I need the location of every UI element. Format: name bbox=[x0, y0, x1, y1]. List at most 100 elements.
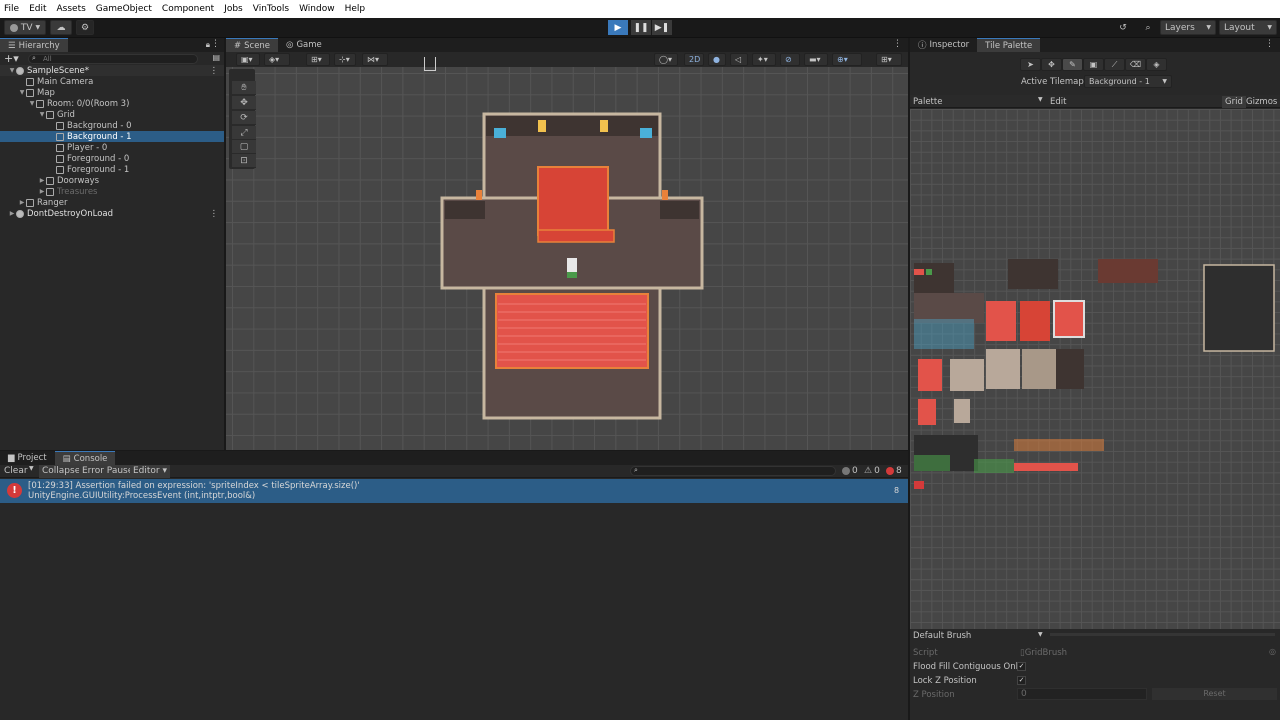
menu-file[interactable]: File bbox=[4, 4, 19, 14]
more-icon[interactable]: ⋮ bbox=[210, 209, 219, 219]
eraser-tool-button[interactable]: ⌫ bbox=[1125, 58, 1146, 71]
palette-grid[interactable] bbox=[910, 109, 1280, 629]
tab-tile-palette[interactable]: Tile Palette bbox=[977, 38, 1041, 52]
lock-z-checkbox[interactable]: ✓ bbox=[1017, 676, 1026, 685]
pause-button[interactable]: ❚❚ bbox=[631, 20, 651, 35]
hierarchy-item[interactable]: ▼ Room: 0/0(Room 3) bbox=[0, 98, 224, 109]
error-count-toggle[interactable]: 8 bbox=[886, 466, 902, 476]
tab-inspector[interactable]: ⓘ Inspector bbox=[910, 38, 977, 52]
more-icon[interactable]: ⋮ bbox=[1265, 39, 1274, 49]
transform-tool-button[interactable]: ⊡ bbox=[232, 154, 256, 168]
account-dropdown[interactable]: TV ▼ bbox=[4, 20, 46, 35]
increment-dropdown[interactable]: ⋈▾ bbox=[362, 53, 388, 66]
flood-fill-checkbox[interactable]: ✓ bbox=[1017, 662, 1026, 671]
clear-button[interactable]: Clear bbox=[4, 466, 28, 476]
collapse-arrow-icon[interactable]: ▶ bbox=[38, 177, 46, 184]
console-log-entry[interactable]: ! [01:29:33] Assertion failed on express… bbox=[0, 479, 908, 503]
target-icon[interactable]: ◎ bbox=[1269, 647, 1276, 656]
audio-toggle[interactable]: ◁ bbox=[730, 53, 748, 66]
menu-edit[interactable]: Edit bbox=[29, 4, 46, 14]
scene-viewport[interactable]: ✋︎ ✥ ⟳ ⤢ ▢ ⊡ bbox=[226, 57, 908, 450]
rect-tool-button[interactable]: ▢ bbox=[232, 140, 256, 154]
collapse-button[interactable]: Collapse bbox=[39, 465, 84, 478]
error-pause-button[interactable]: Error Pause bbox=[79, 465, 137, 478]
reset-button[interactable]: Reset bbox=[1152, 688, 1277, 700]
palette-tiles[interactable] bbox=[914, 259, 1280, 489]
grid-snap-dropdown[interactable]: ⊹▾ bbox=[334, 53, 356, 66]
filter-icon[interactable]: ▤ bbox=[212, 53, 220, 62]
expand-arrow-icon[interactable]: ▼ bbox=[38, 111, 46, 118]
z-position-input[interactable]: 0 bbox=[1017, 688, 1147, 700]
hierarchy-item[interactable]: Foreground - 0 bbox=[0, 153, 224, 164]
step-button[interactable]: ▶❚ bbox=[652, 20, 672, 35]
add-icon[interactable]: +▾ bbox=[4, 52, 19, 65]
hand-tool-button[interactable]: ✋︎ bbox=[232, 81, 256, 95]
collapse-arrow-icon[interactable]: ▶ bbox=[8, 210, 16, 217]
hierarchy-item[interactable]: Background - 0 bbox=[0, 120, 224, 131]
more-icon[interactable]: ⋮ bbox=[211, 39, 220, 49]
select-tool-button[interactable]: ➤ bbox=[1020, 58, 1041, 71]
layout-dropdown[interactable]: Layout ▼ bbox=[1219, 20, 1277, 35]
history-button[interactable]: ↺ bbox=[1113, 20, 1133, 35]
hierarchy-item[interactable]: ▶ Treasures bbox=[0, 186, 224, 197]
layers-dropdown[interactable]: Layers ▼ bbox=[1160, 20, 1216, 35]
camera-dropdown[interactable]: ▬▾ bbox=[804, 53, 828, 66]
collapse-arrow-icon[interactable]: ▶ bbox=[38, 188, 46, 195]
scale-tool-button[interactable]: ⤢ bbox=[232, 126, 256, 140]
menu-help[interactable]: Help bbox=[345, 4, 366, 14]
grid-toggle[interactable]: Grid bbox=[1222, 96, 1246, 108]
brush-chevron-down-icon[interactable]: ▼ bbox=[1038, 631, 1043, 638]
paint-tool-button[interactable]: ✎ bbox=[1062, 58, 1083, 71]
draw-mode-dropdown[interactable]: ▣▾ bbox=[236, 53, 260, 66]
menu-component[interactable]: Component bbox=[162, 4, 214, 14]
menu-gameobject[interactable]: GameObject bbox=[96, 4, 152, 14]
console-search-input[interactable]: ⌕ bbox=[630, 466, 836, 476]
picker-tool-button[interactable]: ⟋ bbox=[1104, 58, 1125, 71]
expand-arrow-icon[interactable]: ▼ bbox=[28, 100, 36, 107]
hierarchy-search-input[interactable]: ⌕ All bbox=[28, 54, 198, 64]
hierarchy-item[interactable]: ▼ SampleScene* ⋮ bbox=[0, 65, 224, 76]
active-tilemap-dropdown[interactable]: Background - 1 ▼ bbox=[1084, 75, 1172, 88]
cloud-button[interactable]: ☁ bbox=[50, 20, 72, 35]
collab-button[interactable]: ⚙ bbox=[76, 20, 94, 35]
visibility-toggle[interactable]: ⊘ bbox=[780, 53, 800, 66]
editor-dropdown[interactable]: Editor ▾ bbox=[130, 465, 171, 478]
lighting-toggle[interactable]: ● bbox=[708, 53, 726, 66]
gizmos-toggle[interactable]: Gizmos bbox=[1246, 97, 1277, 107]
gizmos-dropdown[interactable]: ⊕▾ bbox=[832, 53, 862, 66]
shading-dropdown[interactable]: ◈▾ bbox=[264, 53, 290, 66]
overlay-dropdown[interactable]: ⊞▾ bbox=[876, 53, 902, 66]
hierarchy-item[interactable]: ▶ Doorways bbox=[0, 175, 224, 186]
chevron-down-icon[interactable]: ▼ bbox=[29, 465, 34, 472]
move-tool-button[interactable]: ✥ bbox=[232, 96, 256, 110]
expand-arrow-icon[interactable]: ▼ bbox=[18, 89, 26, 96]
tab-hierarchy[interactable]: ☰ Hierarchy bbox=[0, 38, 68, 52]
orientation-dropdown[interactable]: ◯▾ bbox=[654, 53, 678, 66]
edit-button[interactable]: Edit bbox=[1050, 97, 1066, 107]
collapse-arrow-icon[interactable]: ▶ bbox=[18, 199, 26, 206]
more-icon[interactable]: ⋮ bbox=[210, 66, 219, 76]
rotate-tool-button[interactable]: ⟳ bbox=[232, 111, 256, 125]
hierarchy-item[interactable]: Player - 0 bbox=[0, 142, 224, 153]
hierarchy-item[interactable]: Background - 1 bbox=[0, 131, 224, 142]
box-fill-tool-button[interactable]: ▣ bbox=[1083, 58, 1104, 71]
expand-arrow-icon[interactable]: ▼ bbox=[8, 67, 16, 74]
hierarchy-item[interactable]: ▶ DontDestroyOnLoad ⋮ bbox=[0, 208, 224, 219]
hierarchy-item[interactable]: ▼ Map bbox=[0, 87, 224, 98]
tab-scene[interactable]: # Scene bbox=[226, 38, 279, 52]
play-button[interactable]: ▶ bbox=[608, 20, 628, 35]
room-tilemap[interactable] bbox=[436, 112, 706, 422]
snap-dropdown[interactable]: ⊞▾ bbox=[306, 53, 330, 66]
menu-vintools[interactable]: VinTools bbox=[253, 4, 289, 14]
menu-jobs[interactable]: Jobs bbox=[224, 4, 243, 14]
chevron-down-icon[interactable]: ▼ bbox=[1038, 96, 1043, 103]
menu-assets[interactable]: Assets bbox=[57, 4, 86, 14]
search-button[interactable]: ⌕ bbox=[1138, 20, 1158, 35]
tab-console[interactable]: ▤ Console bbox=[54, 451, 116, 465]
hierarchy-item[interactable]: Foreground - 1 bbox=[0, 164, 224, 175]
log-count-toggle[interactable]: 0 bbox=[842, 466, 858, 476]
warning-count-toggle[interactable]: ⚠ 0 bbox=[864, 466, 880, 476]
toggle-2d-button[interactable]: 2D bbox=[684, 53, 704, 66]
effects-dropdown[interactable]: ✦▾ bbox=[752, 53, 776, 66]
move-tool-button[interactable]: ✥ bbox=[1041, 58, 1062, 71]
